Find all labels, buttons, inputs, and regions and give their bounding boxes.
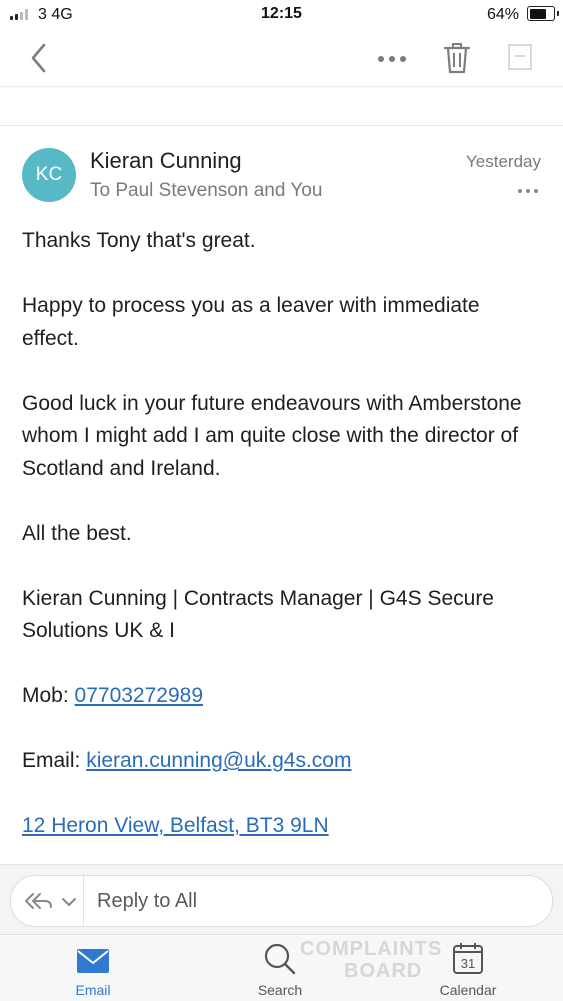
message-more-button[interactable] [516, 182, 540, 198]
watermark-line: COMPLAINTS [300, 938, 443, 960]
message-date: Yesterday [466, 152, 541, 171]
body-paragraph: All the best. [22, 521, 132, 545]
archive-icon [508, 44, 532, 70]
reply-field[interactable]: Reply to All [10, 875, 553, 927]
reply-area: Reply to All [0, 864, 563, 935]
thread-divider [0, 87, 563, 126]
reply-mode-selector[interactable] [11, 876, 84, 926]
watermark-line: BOARD [344, 960, 423, 982]
body-paragraph: Good luck in your future endeavours with… [22, 391, 522, 480]
signature-line: Kieran Cunning | Contracts Manager | G4S… [22, 586, 494, 643]
delete-button[interactable] [440, 40, 474, 76]
tab-search-label: Search [257, 982, 303, 998]
status-bar: 3 4G 12:15 64% [0, 0, 563, 30]
envelope-icon [77, 949, 109, 973]
avatar[interactable]: KC [22, 148, 76, 202]
address-link[interactable]: 12 Heron View, Belfast, BT3 9LN [22, 814, 329, 837]
tab-email-label: Email [75, 982, 111, 998]
chevron-left-icon [31, 43, 46, 73]
search-icon [264, 943, 296, 975]
tab-email[interactable]: Email [33, 935, 153, 1001]
chevron-down-icon [62, 898, 76, 906]
battery-percent: 64% [486, 6, 519, 23]
body-paragraph: Happy to process you as a leaver with im… [22, 294, 480, 350]
archive-button[interactable] [506, 42, 534, 72]
mobile-label: Mob: [22, 684, 75, 707]
recipients-line[interactable]: To Paul Stevenson and You [90, 180, 322, 202]
battery-icon [527, 6, 559, 21]
tab-bar: Email Search 31 Calendar [0, 934, 563, 1001]
sender-name[interactable]: Kieran Cunning [90, 148, 242, 174]
message-toolbar [0, 30, 563, 87]
watermark: COMPLAINTS BOARD [300, 938, 442, 982]
email-link[interactable]: kieran.cunning@uk.g4s.com [86, 749, 351, 772]
message-body: Thanks Tony that's great. Happy to proce… [22, 225, 542, 875]
email-label: Email: [22, 749, 87, 772]
reply-placeholder[interactable]: Reply to All [97, 890, 197, 913]
calendar-day: 31 [461, 956, 475, 971]
clock: 12:15 [261, 5, 302, 22]
phone-link[interactable]: 07703272989 [75, 684, 203, 707]
back-button[interactable] [26, 42, 56, 74]
email-line: Email: kieran.cunning@uk.g4s.com [22, 745, 542, 778]
calendar-icon: 31 [453, 943, 483, 974]
more-options-button[interactable] [374, 44, 410, 72]
address-line: 12 Heron View, Belfast, BT3 9LN [22, 810, 542, 843]
trash-icon [443, 43, 471, 74]
mobile-line: Mob: 07703272989 [22, 680, 542, 713]
body-paragraph: Thanks Tony that's great. [22, 229, 256, 252]
tab-calendar-label: Calendar [439, 982, 497, 998]
